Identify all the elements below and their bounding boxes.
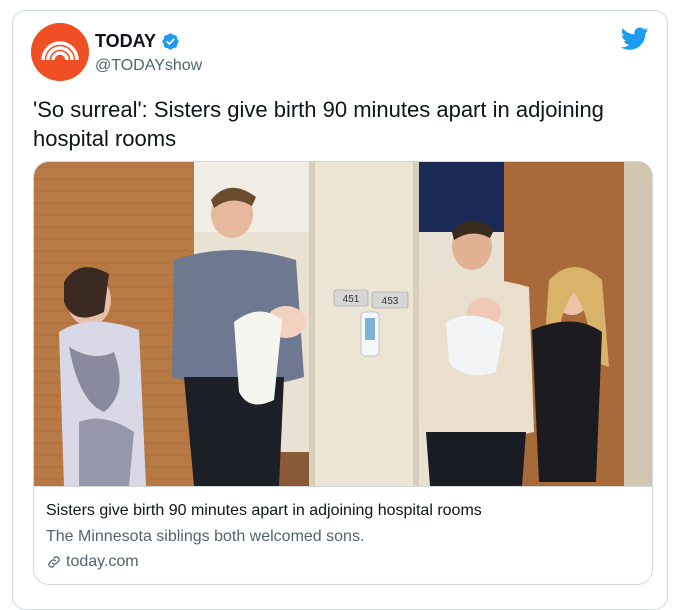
link-card[interactable]: 451 453 Sisters give birth 90 minutes ap… — [33, 161, 653, 585]
link-icon — [46, 554, 62, 570]
photo-two-couples-holding-newborns: 451 453 — [34, 162, 652, 486]
tweet-card[interactable]: TODAY @TODAYshow 'So surreal': Sisters g… — [12, 10, 668, 610]
room-label-453: 453 — [382, 296, 399, 307]
author-name[interactable]: TODAY — [95, 31, 156, 52]
card-description: The Minnesota siblings both welcomed son… — [46, 528, 365, 545]
card-domain-text[interactable]: today.com — [66, 553, 139, 571]
tweet-text: 'So surreal': Sisters give birth 90 minu… — [33, 97, 604, 151]
twitter-bird-icon[interactable] — [620, 27, 649, 51]
author-handle[interactable]: @TODAYshow — [95, 57, 202, 75]
card-meta[interactable]: Sisters give birth 90 minutes apart in a… — [34, 486, 652, 584]
card-title[interactable]: Sisters give birth 90 minutes apart in a… — [46, 501, 642, 521]
room-label-451: 451 — [343, 294, 360, 305]
verified-badge-icon — [161, 32, 180, 51]
card-domain[interactable]: today.com — [46, 553, 642, 571]
today-logo-icon[interactable] — [31, 23, 89, 81]
author-name-row[interactable]: TODAY — [95, 31, 180, 52]
card-image[interactable]: 451 453 — [34, 162, 652, 486]
